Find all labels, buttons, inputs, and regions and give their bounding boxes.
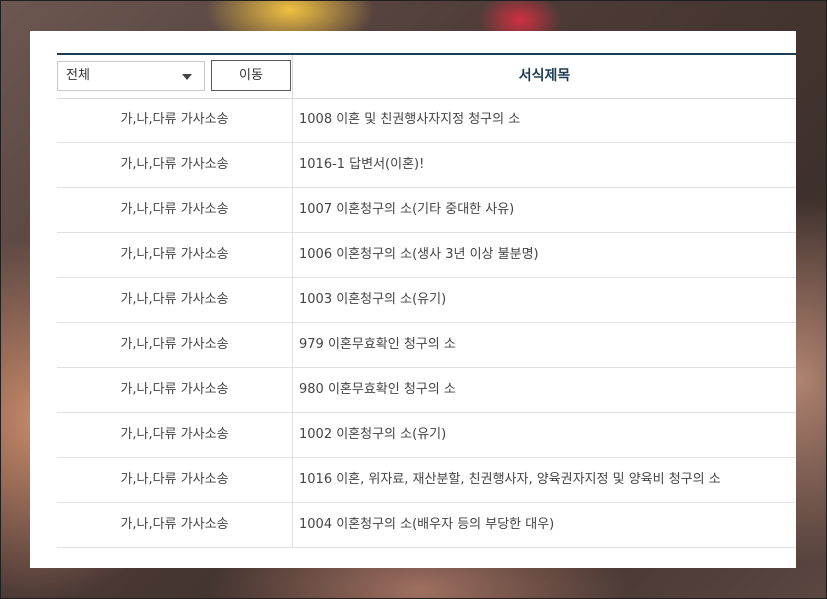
row-title-link[interactable]: 1006 이혼청구의 소(생사 3년 이상 불분명) xyxy=(299,233,794,277)
row-category: 가,나,다류 가사소송 xyxy=(57,143,293,187)
table-body: 가,나,다류 가사소송 1008 이혼 및 친권행사자지정 청구의 소 가,나,… xyxy=(57,98,796,548)
table-row: 가,나,다류 가사소송 980 이혼무효확인 청구의 소 xyxy=(57,368,796,413)
row-category: 가,나,다류 가사소송 xyxy=(57,188,293,232)
table-header: 전체 이동 서식제목 xyxy=(57,53,796,99)
go-button[interactable]: 이동 xyxy=(211,60,291,91)
row-title-link[interactable]: 1008 이혼 및 친권행사자지정 청구의 소 xyxy=(299,98,794,142)
row-category: 가,나,다류 가사소송 xyxy=(57,503,293,547)
table-row: 가,나,다류 가사소송 1004 이혼청구의 소(배우자 등의 부당한 대우) xyxy=(57,503,796,548)
row-title-link[interactable]: 980 이혼무효확인 청구의 소 xyxy=(299,368,794,412)
row-title-link[interactable]: 1003 이혼청구의 소(유기) xyxy=(299,278,794,322)
form-list-panel: 전체 이동 서식제목 가,나,다류 가사소송 1008 이혼 및 친권행사자지정… xyxy=(30,31,796,568)
row-category: 가,나,다류 가사소송 xyxy=(57,323,293,367)
table-row: 가,나,다류 가사소송 1003 이혼청구의 소(유기) xyxy=(57,278,796,323)
row-title-link[interactable]: 1002 이혼청구의 소(유기) xyxy=(299,413,794,457)
category-select[interactable]: 전체 xyxy=(57,61,205,91)
row-category: 가,나,다류 가사소송 xyxy=(57,413,293,457)
table-row: 가,나,다류 가사소송 1007 이혼청구의 소(기타 중대한 사유) xyxy=(57,188,796,233)
caret-down-icon xyxy=(182,74,192,80)
row-title-link[interactable]: 1007 이혼청구의 소(기타 중대한 사유) xyxy=(299,188,794,232)
row-title-link[interactable]: 1016 이혼, 위자료, 재산분할, 친권행사자, 양육권자지정 및 양육비 … xyxy=(299,458,794,502)
table-row: 가,나,다류 가사소송 1006 이혼청구의 소(생사 3년 이상 불분명) xyxy=(57,233,796,278)
table-row: 가,나,다류 가사소송 1008 이혼 및 친권행사자지정 청구의 소 xyxy=(57,98,796,143)
table-row: 가,나,다류 가사소송 1016 이혼, 위자료, 재산분할, 친권행사자, 양… xyxy=(57,458,796,503)
column-header-form-title: 서식제목 xyxy=(518,68,571,84)
row-title-link[interactable]: 1016-1 답변서(이혼)! xyxy=(299,143,794,187)
table-row: 가,나,다류 가사소송 1016-1 답변서(이혼)! xyxy=(57,143,796,188)
table-row: 가,나,다류 가사소송 979 이혼무효확인 청구의 소 xyxy=(57,323,796,368)
category-select-value: 전체 xyxy=(66,68,90,83)
row-category: 가,나,다류 가사소송 xyxy=(57,458,293,502)
row-title-link[interactable]: 979 이혼무효확인 청구의 소 xyxy=(299,323,794,367)
row-title-link[interactable]: 1004 이혼청구의 소(배우자 등의 부당한 대우) xyxy=(299,503,794,547)
row-category: 가,나,다류 가사소송 xyxy=(57,98,293,142)
row-category: 가,나,다류 가사소송 xyxy=(57,278,293,322)
table-row: 가,나,다류 가사소송 1002 이혼청구의 소(유기) xyxy=(57,413,796,458)
row-category: 가,나,다류 가사소송 xyxy=(57,368,293,412)
row-category: 가,나,다류 가사소송 xyxy=(57,233,293,277)
